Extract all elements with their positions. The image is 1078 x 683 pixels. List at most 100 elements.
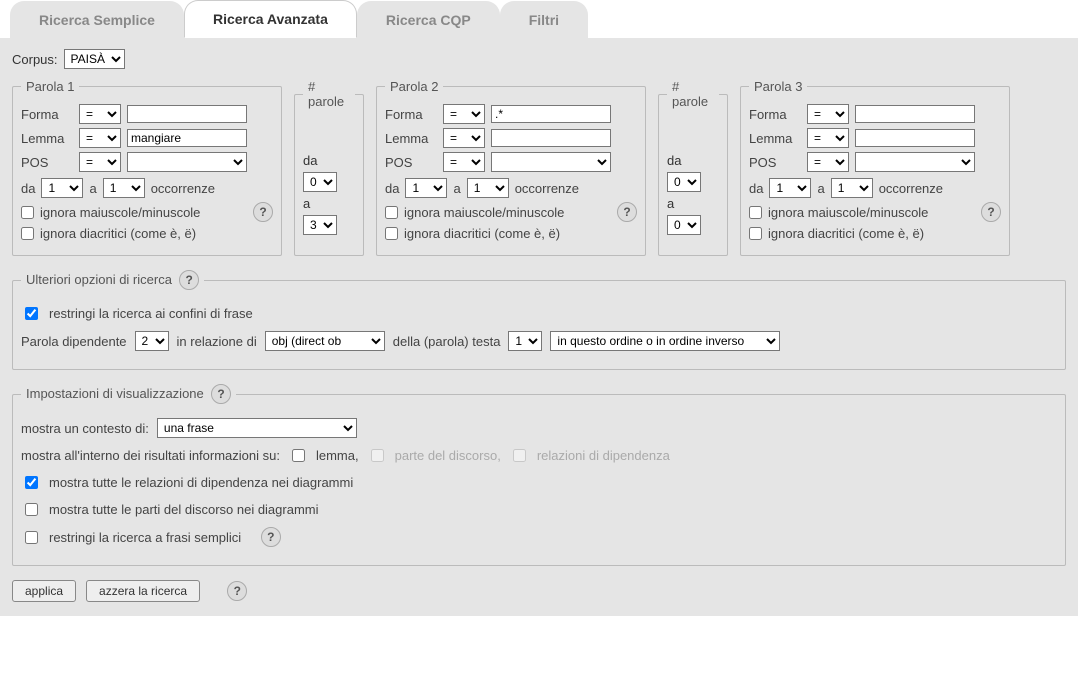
word3-occ-a-select[interactable]: 1 — [831, 178, 873, 198]
word1-lemma-op[interactable]: = — [79, 128, 121, 148]
context-select[interactable]: una frase — [157, 418, 357, 438]
gap2-da-label: da — [667, 153, 681, 168]
tab-advanced-search[interactable]: Ricerca Avanzata — [184, 0, 357, 38]
word2-ignore-case-checkbox[interactable] — [385, 206, 398, 219]
head-select[interactable]: 1 — [508, 331, 542, 351]
word1-ignore-case-checkbox[interactable] — [21, 206, 34, 219]
word1-ignore-diacritics-checkbox[interactable] — [21, 227, 34, 240]
info-deprel-checkbox[interactable] — [513, 449, 526, 462]
word3-forma-input[interactable] — [855, 105, 975, 123]
display-legend: Impostazioni di visualizzazione ? — [21, 384, 236, 404]
gap1-fieldset: # parole da 0 a 3 — [294, 79, 364, 256]
word3-lemma-input[interactable] — [855, 129, 975, 147]
order-select[interactable]: in questo ordine o in ordine inverso — [550, 331, 780, 351]
info-lemma-checkbox[interactable] — [292, 449, 305, 462]
gap1-a-select[interactable]: 3 — [303, 215, 337, 235]
word3-ignore-diacritics-checkbox[interactable] — [749, 227, 762, 240]
dep-word-select[interactable]: 2 — [135, 331, 169, 351]
tab-simple-search[interactable]: Ricerca Semplice — [10, 1, 184, 38]
word1-ignore-diacritics-label: ignora diacritici (come è, ë) — [40, 226, 196, 241]
dep-word-label: Parola dipendente — [21, 334, 127, 349]
word2-pos-select[interactable] — [491, 152, 611, 172]
word3-occ-label: occorrenze — [879, 181, 943, 196]
word1-forma-input[interactable] — [127, 105, 247, 123]
word3-help-icon[interactable]: ? — [981, 202, 1001, 222]
restrict-simple-help-icon[interactable]: ? — [261, 527, 281, 547]
head-label: della (parola) testa — [393, 334, 501, 349]
word3-fieldset: Parola 3 Forma = Lemma = POS = da — [740, 79, 1010, 256]
show-all-dep-label: mostra tutte le relazioni di dipendenza … — [49, 475, 353, 490]
reset-button[interactable]: azzera la ricerca — [86, 580, 200, 602]
word2-occ-da-select[interactable]: 1 — [405, 178, 447, 198]
gap1-a-label: a — [303, 196, 310, 211]
display-fieldset: Impostazioni di visualizzazione ? mostra… — [12, 384, 1066, 566]
word2-ignore-diacritics-label: ignora diacritici (come è, ë) — [404, 226, 560, 241]
word1-forma-label: Forma — [21, 107, 73, 122]
gap2-a-label: a — [667, 196, 674, 211]
word1-forma-op[interactable]: = — [79, 104, 121, 124]
word2-help-icon[interactable]: ? — [617, 202, 637, 222]
gap1-da-label: da — [303, 153, 317, 168]
word2-lemma-op[interactable]: = — [443, 128, 485, 148]
word3-occ-da-select[interactable]: 1 — [769, 178, 811, 198]
word2-ignore-diacritics-checkbox[interactable] — [385, 227, 398, 240]
restrict-sentence-label: restringi la ricerca ai confini di frase — [49, 306, 253, 321]
show-all-pos-label: mostra tutte le parti del discorso nei d… — [49, 502, 319, 517]
word1-occ-label: occorrenze — [151, 181, 215, 196]
word1-pos-select[interactable] — [127, 152, 247, 172]
word2-occ-a-select[interactable]: 1 — [467, 178, 509, 198]
context-label: mostra un contesto di: — [21, 421, 149, 436]
relation-select[interactable]: obj (direct ob — [265, 331, 385, 351]
gap2-a-select[interactable]: 0 — [667, 215, 701, 235]
corpus-label: Corpus: — [12, 52, 58, 67]
relation-label: in relazione di — [177, 334, 257, 349]
word1-occ-da-select[interactable]: 1 — [41, 178, 83, 198]
word2-pos-op[interactable]: = — [443, 152, 485, 172]
restrict-simple-checkbox[interactable] — [25, 531, 38, 544]
gap1-legend: # parole — [303, 79, 355, 109]
corpus-select[interactable]: PAISÀ — [64, 49, 125, 69]
word1-help-icon[interactable]: ? — [253, 202, 273, 222]
word3-ignore-case-label: ignora maiuscole/minuscole — [768, 205, 928, 220]
options-legend: Ulteriori opzioni di ricerca ? — [21, 270, 204, 290]
restrict-sentence-checkbox[interactable] — [25, 307, 38, 320]
info-pos-label: parte del discorso, — [395, 448, 501, 463]
word2-occ-da-label: da — [385, 181, 399, 196]
word1-pos-op[interactable]: = — [79, 152, 121, 172]
word3-ignore-case-checkbox[interactable] — [749, 206, 762, 219]
word3-pos-label: POS — [749, 155, 801, 170]
word1-lemma-input[interactable] — [127, 129, 247, 147]
gap2-da-select[interactable]: 0 — [667, 172, 701, 192]
restrict-simple-label: restringi la ricerca a frasi semplici — [49, 530, 241, 545]
show-all-dep-checkbox[interactable] — [25, 476, 38, 489]
bottom-help-icon[interactable]: ? — [227, 581, 247, 601]
info-deprel-label: relazioni di dipendenza — [537, 448, 670, 463]
main-panel: Corpus: PAISÀ Parola 1 Forma = Lemma = P… — [0, 38, 1078, 616]
word3-forma-op[interactable]: = — [807, 104, 849, 124]
word3-lemma-label: Lemma — [749, 131, 801, 146]
word1-legend: Parola 1 — [21, 79, 79, 94]
info-pos-checkbox[interactable] — [371, 449, 384, 462]
tabs-bar: Ricerca Semplice Ricerca Avanzata Ricerc… — [0, 0, 1078, 38]
word2-occ-label: occorrenze — [515, 181, 579, 196]
word1-occ-a-select[interactable]: 1 — [103, 178, 145, 198]
word3-pos-op[interactable]: = — [807, 152, 849, 172]
tab-cqp-search[interactable]: Ricerca CQP — [357, 1, 500, 38]
word2-forma-label: Forma — [385, 107, 437, 122]
gap1-da-select[interactable]: 0 — [303, 172, 337, 192]
word3-legend: Parola 3 — [749, 79, 807, 94]
options-help-icon[interactable]: ? — [179, 270, 199, 290]
word2-fieldset: Parola 2 Forma = Lemma = POS = da — [376, 79, 646, 256]
word3-lemma-op[interactable]: = — [807, 128, 849, 148]
word2-lemma-input[interactable] — [491, 129, 611, 147]
apply-button[interactable]: applica — [12, 580, 76, 602]
word2-pos-label: POS — [385, 155, 437, 170]
gap2-fieldset: # parole da 0 a 0 — [658, 79, 728, 256]
show-all-pos-checkbox[interactable] — [25, 503, 38, 516]
word2-forma-input[interactable] — [491, 105, 611, 123]
word2-forma-op[interactable]: = — [443, 104, 485, 124]
word3-pos-select[interactable] — [855, 152, 975, 172]
display-help-icon[interactable]: ? — [211, 384, 231, 404]
word2-occ-a-label: a — [453, 181, 460, 196]
tab-filters[interactable]: Filtri — [500, 1, 588, 38]
